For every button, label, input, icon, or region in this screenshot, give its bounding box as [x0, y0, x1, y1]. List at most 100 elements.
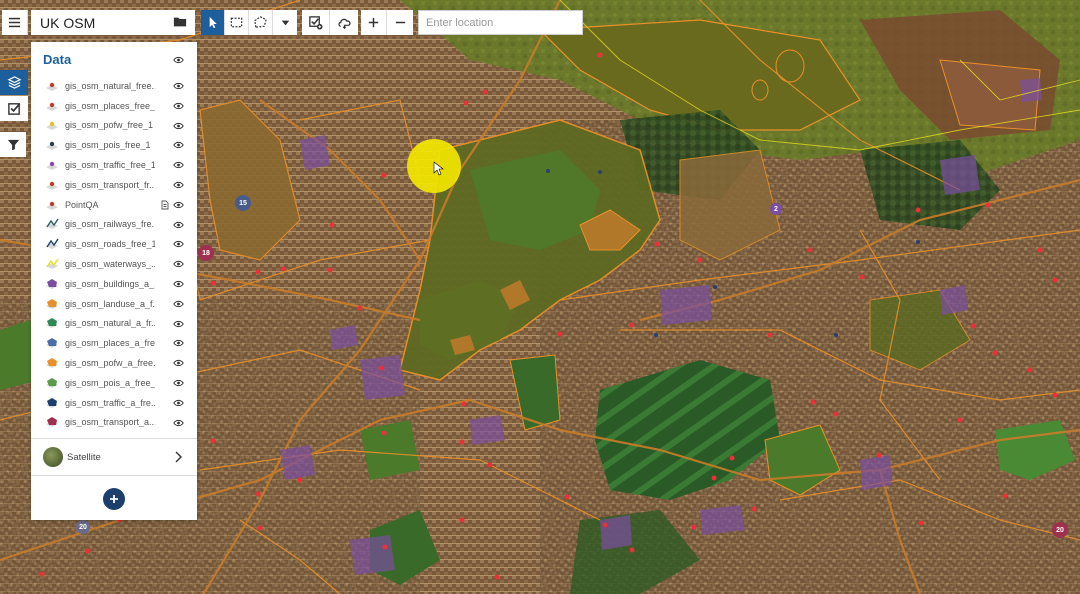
- eye-icon[interactable]: [173, 141, 184, 149]
- point-layer-icon: [46, 82, 58, 91]
- tasks-tab-button[interactable]: [0, 96, 28, 121]
- eye-icon[interactable]: [173, 359, 184, 367]
- pointer-tool-button[interactable]: [201, 10, 225, 35]
- layer-row[interactable]: gis_osm_pois_free_1: [31, 135, 197, 155]
- eye-icon[interactable]: [173, 399, 184, 407]
- left-rail: [0, 70, 28, 158]
- layer-row[interactable]: PointQA: [31, 195, 197, 215]
- cluster-marker[interactable]: 20: [76, 520, 90, 534]
- polygon-layer-icon: [46, 377, 58, 388]
- polygon-layer-icon: [46, 298, 58, 309]
- layer-name: gis_osm_places_a_fre...: [65, 338, 155, 349]
- layer-row[interactable]: gis_osm_buildings_a_...: [31, 274, 197, 294]
- zoom-out-button[interactable]: [387, 10, 413, 35]
- layer-name: gis_osm_railways_fre...: [65, 219, 155, 230]
- polygon-layer-icon: [46, 417, 58, 428]
- polygon-layer-icon: [46, 338, 58, 349]
- eye-icon[interactable]: [173, 379, 184, 387]
- basemap-label: Satellite: [67, 451, 101, 463]
- polygon-select-button[interactable]: [249, 10, 273, 35]
- eye-icon[interactable]: [173, 181, 184, 189]
- cluster-marker[interactable]: 20: [1052, 522, 1068, 538]
- document-icon[interactable]: [161, 200, 169, 210]
- filter-funnel-icon: [7, 139, 19, 151]
- layer-name: gis_osm_roads_free_1: [65, 239, 155, 250]
- layer-row[interactable]: gis_osm_transport_a...: [31, 413, 197, 433]
- point-layer-icon: [46, 122, 58, 131]
- eye-icon[interactable]: [173, 82, 184, 90]
- point-layer-icon: [46, 142, 58, 151]
- basemap-selector[interactable]: Satellite: [31, 439, 197, 475]
- eye-icon[interactable]: [173, 161, 184, 169]
- eye-icon[interactable]: [173, 221, 184, 229]
- plus-icon: [110, 494, 118, 503]
- layer-row[interactable]: gis_osm_landuse_a_f...: [31, 294, 197, 314]
- layer-name: gis_osm_pois_a_free_1: [65, 377, 155, 388]
- filter-button[interactable]: [0, 132, 26, 157]
- layer-row[interactable]: gis_osm_railways_fre...: [31, 215, 197, 235]
- layer-name: gis_osm_places_free_1: [65, 100, 155, 111]
- layers-icon: [7, 76, 21, 89]
- panel-title: Data: [43, 51, 72, 67]
- eye-icon[interactable]: [173, 240, 184, 248]
- zoom-controls: [361, 10, 413, 35]
- cluster-marker[interactable]: 2: [770, 203, 782, 215]
- cluster-marker[interactable]: 15: [235, 195, 251, 211]
- layer-row[interactable]: gis_osm_places_a_fre...: [31, 333, 197, 353]
- eye-icon[interactable]: [173, 339, 184, 347]
- layer-name: gis_osm_natural_a_fr...: [65, 318, 155, 329]
- layer-row[interactable]: gis_osm_roads_free_1: [31, 234, 197, 254]
- location-search-input[interactable]: [418, 10, 583, 35]
- layers-tab-button[interactable]: [0, 70, 28, 95]
- lasso-polygon-icon: [254, 16, 267, 28]
- project-title-box[interactable]: UK OSM: [31, 10, 195, 35]
- layer-check-button[interactable]: [302, 10, 330, 35]
- layer-row[interactable]: gis_osm_waterways_...: [31, 254, 197, 274]
- eye-icon[interactable]: [173, 300, 184, 308]
- polygon-layer-icon: [46, 358, 58, 369]
- line-layer-icon: [46, 238, 59, 250]
- layer-list: gis_osm_natural_free... gis_osm_places_fr…: [31, 76, 197, 432]
- layer-name: gis_osm_waterways_...: [65, 259, 155, 270]
- eye-icon[interactable]: [173, 280, 184, 288]
- polygon-layer-icon: [46, 278, 58, 289]
- layer-row[interactable]: gis_osm_pofw_a_free...: [31, 353, 197, 373]
- layer-name: gis_osm_natural_free...: [65, 80, 155, 91]
- eye-icon[interactable]: [173, 260, 184, 268]
- panel-header: Data: [31, 42, 197, 76]
- layer-name: gis_osm_landuse_a_f...: [65, 298, 155, 309]
- point-layer-icon: [46, 102, 58, 111]
- layer-row[interactable]: gis_osm_transport_fr...: [31, 175, 197, 195]
- layer-name: gis_osm_transport_a...: [65, 417, 155, 428]
- folder-icon[interactable]: [173, 15, 187, 29]
- layer-row[interactable]: gis_osm_traffic_free_1: [31, 155, 197, 175]
- eye-icon[interactable]: [173, 419, 184, 427]
- eye-icon[interactable]: [173, 56, 184, 64]
- upload-cloud-button[interactable]: [330, 10, 358, 35]
- eye-icon[interactable]: [173, 102, 184, 110]
- data-panel: Data gis_osm_natural_free... gis_osm_plac…: [31, 42, 197, 520]
- checkbox-icon: [7, 103, 20, 115]
- minus-icon: [395, 21, 405, 24]
- add-layer-button[interactable]: [103, 487, 125, 510]
- layer-row[interactable]: gis_osm_places_free_1: [31, 96, 197, 116]
- cluster-marker[interactable]: 18: [198, 245, 214, 261]
- eye-icon[interactable]: [173, 201, 184, 209]
- caret-down-icon: [281, 20, 289, 26]
- point-layer-icon: [46, 161, 58, 171]
- layer-row[interactable]: gis_osm_natural_free...: [31, 76, 197, 96]
- layer-row[interactable]: gis_osm_pois_a_free_1: [31, 373, 197, 393]
- select-mode-dropdown[interactable]: [273, 10, 297, 35]
- point-layer-icon: [46, 181, 58, 190]
- eye-icon[interactable]: [173, 122, 184, 130]
- eye-icon[interactable]: [173, 320, 184, 328]
- layer-row[interactable]: gis_osm_pofw_free_1: [31, 116, 197, 136]
- layer-row[interactable]: gis_osm_natural_a_fr...: [31, 314, 197, 334]
- cloud-icon: [337, 18, 351, 30]
- polygon-layer-icon: [46, 318, 58, 329]
- rectangle-select-button[interactable]: [225, 10, 249, 35]
- zoom-in-button[interactable]: [361, 10, 387, 35]
- plus-icon: [368, 17, 379, 28]
- menu-button[interactable]: [2, 10, 28, 35]
- layer-row[interactable]: gis_osm_traffic_a_fre...: [31, 393, 197, 413]
